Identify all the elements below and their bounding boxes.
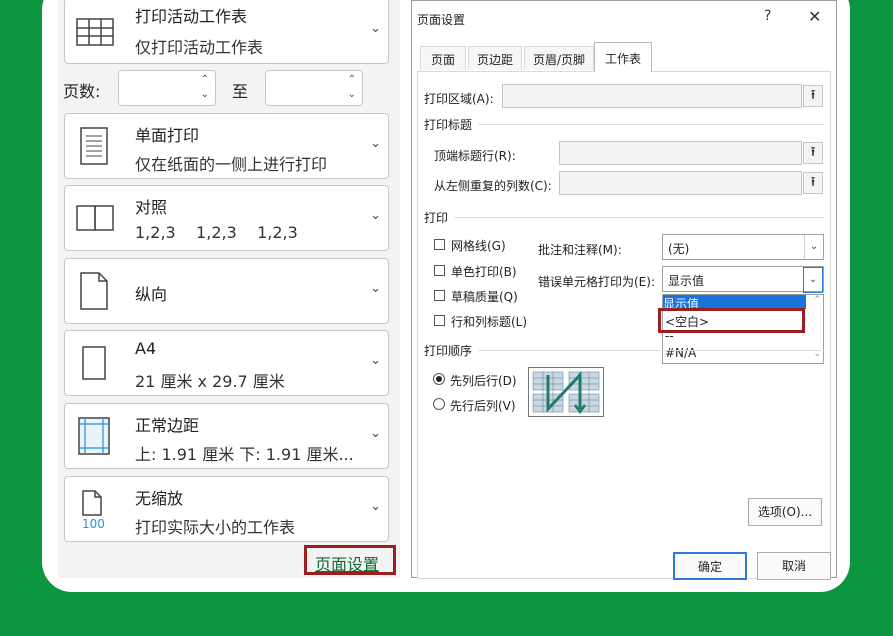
collation-subtitle: 1,2,3 1,2,3 1,2,3: [135, 223, 298, 242]
cols-repeat-input[interactable]: [559, 171, 802, 195]
errors-select[interactable]: 显示值 ⌄: [662, 266, 824, 293]
section-divider: [454, 217, 824, 218]
cols-repeat-label: 从左侧重复的列数(C):: [434, 179, 552, 193]
margins-subtitle: 上: 1.91 厘米 下: 1.91 厘米...: [135, 445, 354, 464]
pages-label: 页数:: [63, 82, 101, 101]
collate-icon: [76, 205, 114, 231]
orientation-dropdown[interactable]: 纵向 ⌄: [64, 258, 389, 324]
sides-dropdown[interactable]: 单面打印 仅在纸面的一侧上进行打印 ⌄: [64, 113, 389, 179]
down-then-over-radio[interactable]: [433, 373, 445, 385]
margins-title: 正常边距: [135, 416, 200, 435]
print-area-input[interactable]: [502, 84, 802, 108]
collapse-dialog-icon[interactable]: ⭱: [803, 142, 823, 164]
pages-to-label: 至: [232, 82, 249, 101]
chevron-down-icon: ⌄: [370, 353, 381, 368]
over-then-down-label: 先行后列(V): [450, 399, 516, 413]
chevron-down-icon: ⌄: [370, 21, 381, 36]
close-icon[interactable]: ✕: [808, 7, 821, 26]
comments-select[interactable]: (无) ⌄: [662, 234, 824, 260]
rows-repeat-input[interactable]: [559, 141, 802, 165]
draft-quality-checkbox[interactable]: [434, 290, 445, 301]
collapse-dialog-icon[interactable]: ⭱: [803, 85, 823, 107]
pages-to-input[interactable]: ⌃ ⌄: [265, 70, 363, 106]
sides-subtitle: 仅在纸面的一侧上进行打印: [135, 155, 328, 174]
spin-down-icon[interactable]: ⌄: [201, 89, 209, 100]
ok-button[interactable]: 确定: [673, 552, 747, 580]
down-then-over-label: 先列后行(D): [450, 374, 517, 388]
option-na[interactable]: #N/A: [665, 346, 696, 360]
chevron-down-icon: ⌄: [370, 281, 381, 296]
row-col-headings-label: 行和列标题(L): [451, 315, 528, 329]
scaling-percent-text: 100: [82, 517, 105, 531]
print-what-title: 打印活动工作表: [135, 7, 248, 26]
errors-label: 错误单元格打印为(E):: [538, 275, 655, 289]
paper-size-title: A4: [135, 339, 157, 358]
tab-page[interactable]: 页面: [420, 46, 466, 70]
tab-sheet[interactable]: 工作表: [594, 42, 652, 72]
paper-size-dropdown[interactable]: A4 21 厘米 x 29.7 厘米 ⌄: [64, 330, 389, 396]
print-order-section: 打印顺序: [424, 344, 473, 358]
print-titles-section: 打印标题: [424, 118, 473, 132]
orientation-title: 纵向: [135, 285, 168, 304]
scaling-title: 无缩放: [135, 489, 184, 508]
errors-value: 显示值: [668, 274, 705, 288]
portrait-page-icon: [80, 272, 108, 310]
chevron-down-icon: ⌄: [370, 499, 381, 514]
paper-size-icon: [82, 346, 106, 380]
comments-value: (无): [668, 242, 690, 256]
scaling-dropdown[interactable]: 100 无缩放 打印实际大小的工作表 ⌄: [64, 476, 389, 542]
dialog-title: 页面设置: [417, 13, 466, 27]
black-white-label: 单色打印(B): [451, 265, 517, 279]
gridlines-label: 网格线(G): [451, 239, 506, 253]
page-setup-link-text[interactable]: 页面设置: [315, 551, 379, 575]
page-setup-link[interactable]: 页面设置: [304, 545, 396, 575]
black-white-checkbox[interactable]: [434, 265, 445, 276]
chevron-down-icon: ⌄: [370, 208, 381, 223]
section-divider: [478, 124, 824, 125]
print-section: 打印: [424, 211, 449, 225]
sides-title: 单面打印: [135, 126, 200, 145]
scroll-up-icon[interactable]: ⌃: [813, 295, 821, 305]
chevron-down-icon[interactable]: ⌄: [804, 235, 823, 259]
scaling-subtitle: 打印实际大小的工作表: [135, 518, 296, 537]
spin-down-icon[interactable]: ⌄: [348, 89, 356, 100]
spin-up-icon[interactable]: ⌃: [201, 74, 209, 85]
draft-quality-label: 草稿质量(Q): [451, 290, 518, 304]
tab-margins[interactable]: 页边距: [468, 46, 522, 70]
sheet-grid-icon: [76, 18, 114, 46]
gridlines-checkbox[interactable]: [434, 239, 445, 250]
collation-title: 对照: [135, 198, 168, 217]
page-order-preview-icon: [528, 367, 604, 417]
rows-repeat-label: 顶端标题行(R):: [434, 149, 516, 163]
paper-size-subtitle: 21 厘米 x 29.7 厘米: [135, 372, 285, 391]
over-then-down-radio[interactable]: [433, 398, 445, 410]
row-col-headings-checkbox[interactable]: [434, 315, 445, 326]
options-button[interactable]: 选项(O)...: [748, 498, 822, 526]
single-page-icon: [80, 127, 108, 165]
collation-dropdown[interactable]: 对照 1,2,3 1,2,3 1,2,3 ⌄: [64, 185, 389, 251]
cancel-button[interactable]: 取消: [757, 552, 831, 580]
chevron-down-icon[interactable]: ⌄: [803, 267, 823, 293]
margins-dropdown[interactable]: 正常边距 上: 1.91 厘米 下: 1.91 厘米... ⌄: [64, 403, 389, 469]
section-divider: [478, 350, 824, 351]
help-button[interactable]: ?: [764, 8, 771, 24]
print-what-dropdown[interactable]: 打印活动工作表 仅打印活动工作表 ⌄: [64, 0, 389, 64]
spin-up-icon[interactable]: ⌃: [348, 74, 356, 85]
comments-label: 批注和注释(M):: [538, 243, 622, 257]
highlight-box: [658, 308, 805, 333]
margins-icon: [78, 417, 110, 455]
print-area-label: 打印区域(A):: [424, 92, 494, 106]
chevron-down-icon: ⌄: [370, 136, 381, 151]
option-displayed[interactable]: 显示值: [663, 295, 806, 311]
pages-from-input[interactable]: ⌃ ⌄: [118, 70, 216, 106]
collapse-dialog-icon[interactable]: ⭱: [803, 172, 823, 194]
tab-header-footer[interactable]: 页眉/页脚: [524, 46, 594, 70]
print-what-subtitle: 仅打印活动工作表: [135, 38, 264, 57]
chevron-down-icon: ⌄: [370, 426, 381, 441]
